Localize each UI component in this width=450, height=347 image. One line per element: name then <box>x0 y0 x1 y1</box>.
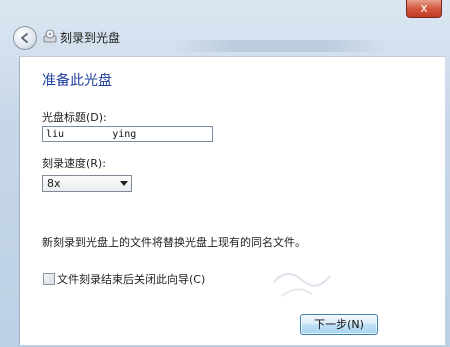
replace-files-notice: 新刻录到光盘上的文件将替换光盘上现有的同名文件。 <box>42 236 306 249</box>
title-bar: x 刻录到光盘 <box>0 0 450 56</box>
disc-title-label: 光盘标题(D): <box>42 111 107 124</box>
burn-speed-value: 8x <box>47 177 61 190</box>
burn-speed-label: 刻录速度(R): <box>42 157 106 170</box>
burn-speed-dropdown[interactable]: 8x <box>42 175 132 192</box>
page-heading: 准备此光盘 <box>42 73 112 89</box>
back-button[interactable] <box>13 26 37 50</box>
address-bar-residue <box>170 40 390 52</box>
close-wizard-label[interactable]: 文件刻录结束后关闭此向导(C) <box>57 271 205 287</box>
chevron-down-icon <box>120 181 128 186</box>
watermark-graphic <box>273 273 331 297</box>
wizard-content <box>19 56 445 345</box>
close-wizard-checkbox[interactable] <box>43 273 55 285</box>
next-button[interactable]: 下一步(N) <box>300 314 378 335</box>
window-title: 刻录到光盘 <box>60 31 121 45</box>
disc-title-input[interactable] <box>42 126 213 142</box>
back-arrow-icon <box>21 33 28 43</box>
close-button[interactable]: x <box>406 0 442 18</box>
disc-burn-icon <box>43 29 57 43</box>
